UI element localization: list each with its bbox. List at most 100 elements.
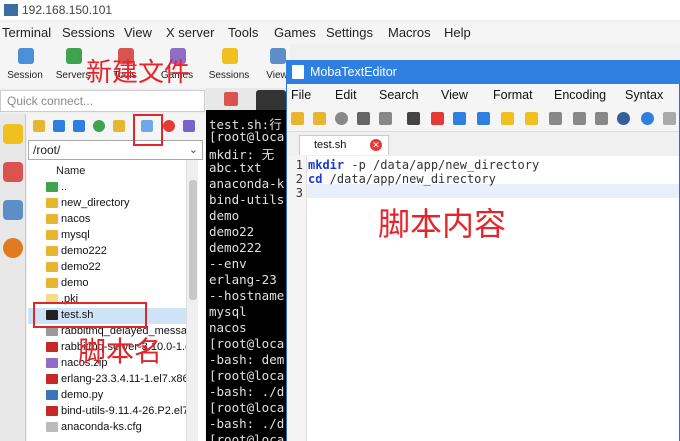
list-item[interactable]: demo222 bbox=[28, 244, 186, 260]
delete-icon[interactable] bbox=[163, 120, 175, 132]
menu-xserver[interactable]: X server bbox=[166, 25, 214, 40]
parent-folder-icon bbox=[46, 182, 58, 192]
paste-icon[interactable] bbox=[595, 112, 608, 125]
copy-icon[interactable] bbox=[573, 112, 586, 125]
annotation-script-name: 脚本名 bbox=[78, 335, 163, 368]
print-icon[interactable] bbox=[407, 112, 420, 125]
cut-icon[interactable] bbox=[549, 112, 562, 125]
terminal-line: demo bbox=[209, 208, 240, 223]
close-tab-icon[interactable]: ✕ bbox=[370, 139, 382, 151]
menu-macros[interactable]: Macros bbox=[388, 25, 431, 40]
editor-menu-format[interactable]: Format bbox=[493, 88, 533, 102]
folder-icon bbox=[46, 198, 58, 208]
menu-games[interactable]: Games bbox=[274, 25, 316, 40]
macro-icon[interactable] bbox=[3, 238, 23, 258]
side-strip bbox=[0, 114, 26, 441]
editor-menu-search[interactable]: Search bbox=[379, 88, 419, 102]
editor-menu-encoding[interactable]: Encoding bbox=[554, 88, 606, 102]
terminal-tab[interactable] bbox=[256, 90, 286, 110]
session-button[interactable]: Session bbox=[0, 44, 50, 88]
file-browser-toolbar bbox=[27, 114, 205, 140]
terminal-line: [root@loca bbox=[209, 336, 285, 351]
menu-tools[interactable]: Tools bbox=[228, 25, 258, 40]
list-item[interactable]: .. bbox=[28, 180, 186, 196]
sessions-button[interactable]: Sessions bbox=[204, 44, 254, 88]
outdent-icon[interactable] bbox=[453, 112, 466, 125]
document-icon bbox=[292, 65, 304, 79]
terminal-line: demo22 bbox=[209, 224, 255, 239]
menu-terminal[interactable]: Terminal bbox=[2, 25, 51, 40]
editor-menu-edit[interactable]: Edit bbox=[335, 88, 357, 102]
terminal-line: [root@loca bbox=[209, 368, 285, 383]
list-item[interactable]: new_directory bbox=[28, 196, 186, 212]
terminal-output[interactable]: test.sh:行 [root@loca mkdir: 无 abc.txt an… bbox=[206, 110, 286, 441]
download-icon[interactable] bbox=[53, 120, 65, 132]
rename-icon[interactable] bbox=[183, 120, 195, 132]
close-icon[interactable] bbox=[431, 112, 444, 125]
save-icon[interactable] bbox=[357, 112, 370, 125]
send-icon[interactable] bbox=[3, 200, 23, 220]
editor-menu-file[interactable]: File bbox=[291, 88, 311, 102]
search-icon[interactable] bbox=[617, 112, 630, 125]
scrollbar-thumb[interactable] bbox=[189, 180, 197, 300]
terminal-line: [root@loca bbox=[209, 129, 285, 144]
list-item[interactable]: erlang-23.3.4.11-1.el7.x86_ bbox=[28, 372, 186, 388]
app-logo-icon bbox=[4, 4, 18, 16]
monitor-icon bbox=[18, 48, 34, 64]
annotation-script-content: 脚本内容 bbox=[378, 205, 507, 243]
tab-test-sh[interactable]: test.sh ✕ bbox=[299, 135, 389, 155]
chevron-down-icon[interactable]: ⌄ bbox=[189, 143, 198, 156]
editor-toolbar bbox=[287, 106, 679, 132]
editor-menu-syntax[interactable]: Syntax bbox=[625, 88, 663, 102]
menu-sessions[interactable]: Sessions bbox=[62, 25, 115, 40]
terminal-line: -bash: ./d bbox=[209, 384, 285, 399]
list-item[interactable]: anaconda-ks.cfg bbox=[28, 420, 186, 436]
menu-settings[interactable]: Settings bbox=[326, 25, 373, 40]
save-as-icon[interactable] bbox=[379, 112, 392, 125]
folder-icon bbox=[46, 278, 58, 288]
file-list-scrollbar[interactable] bbox=[186, 160, 198, 441]
tools-icon[interactable] bbox=[3, 162, 23, 182]
menu-view[interactable]: View bbox=[124, 25, 152, 40]
terminal-line: mysql bbox=[209, 304, 247, 319]
code-editor[interactable]: mkdir -p /data/app/new_directory cd /dat… bbox=[307, 156, 679, 441]
new-document-icon[interactable] bbox=[291, 112, 304, 125]
column-header[interactable]: Name bbox=[28, 163, 186, 179]
editor-menu-view[interactable]: View bbox=[441, 88, 468, 102]
recent-icon[interactable] bbox=[335, 112, 348, 125]
line-number: 2 bbox=[295, 172, 303, 186]
terminal-line: -bash: dem bbox=[209, 352, 285, 367]
list-item[interactable]: demo bbox=[28, 276, 186, 292]
more-icon[interactable] bbox=[663, 112, 676, 125]
list-item[interactable]: nacos bbox=[28, 212, 186, 228]
code-line: mkdir -p /data/app/new_directory bbox=[308, 158, 540, 172]
refresh-icon[interactable] bbox=[93, 120, 105, 132]
view-icon bbox=[270, 48, 286, 64]
star-icon[interactable] bbox=[3, 124, 23, 144]
indent-icon[interactable] bbox=[477, 112, 490, 125]
editor-tab-bar: test.sh ✕ bbox=[287, 132, 679, 156]
list-item[interactable]: mysql bbox=[28, 228, 186, 244]
upload-icon[interactable] bbox=[73, 120, 85, 132]
terminal-line: -bash: ./d bbox=[209, 416, 285, 431]
menu-help[interactable]: Help bbox=[444, 25, 471, 40]
open-folder-icon[interactable] bbox=[313, 112, 326, 125]
list-item[interactable]: demo22 bbox=[28, 260, 186, 276]
folder-up-icon[interactable] bbox=[33, 120, 45, 132]
quick-connect-input[interactable]: Quick connect... bbox=[0, 90, 205, 112]
list-item[interactable]: bind-utils-9.11.4-26.P2.el7. bbox=[28, 404, 186, 420]
folder-icon bbox=[46, 214, 58, 224]
list-item[interactable]: demo.py bbox=[28, 388, 186, 404]
replace-icon[interactable] bbox=[641, 112, 654, 125]
bookmark-add-icon[interactable] bbox=[501, 112, 514, 125]
terminal-line: erlang-23 bbox=[209, 272, 277, 287]
annotation-box-new-file bbox=[133, 114, 163, 146]
new-folder-icon[interactable] bbox=[113, 120, 125, 132]
home-icon[interactable] bbox=[224, 92, 238, 106]
bookmark-icon[interactable] bbox=[525, 112, 538, 125]
editor-title-bar[interactable]: MobaTextEditor bbox=[286, 60, 680, 84]
window-title-bar: 192.168.150.101 bbox=[0, 0, 680, 20]
main-menu-bar: Terminal Sessions View X server Tools Ga… bbox=[0, 22, 680, 44]
path-input[interactable]: /root/ ⌄ bbox=[28, 140, 203, 160]
annotation-box-script-name bbox=[33, 302, 147, 328]
